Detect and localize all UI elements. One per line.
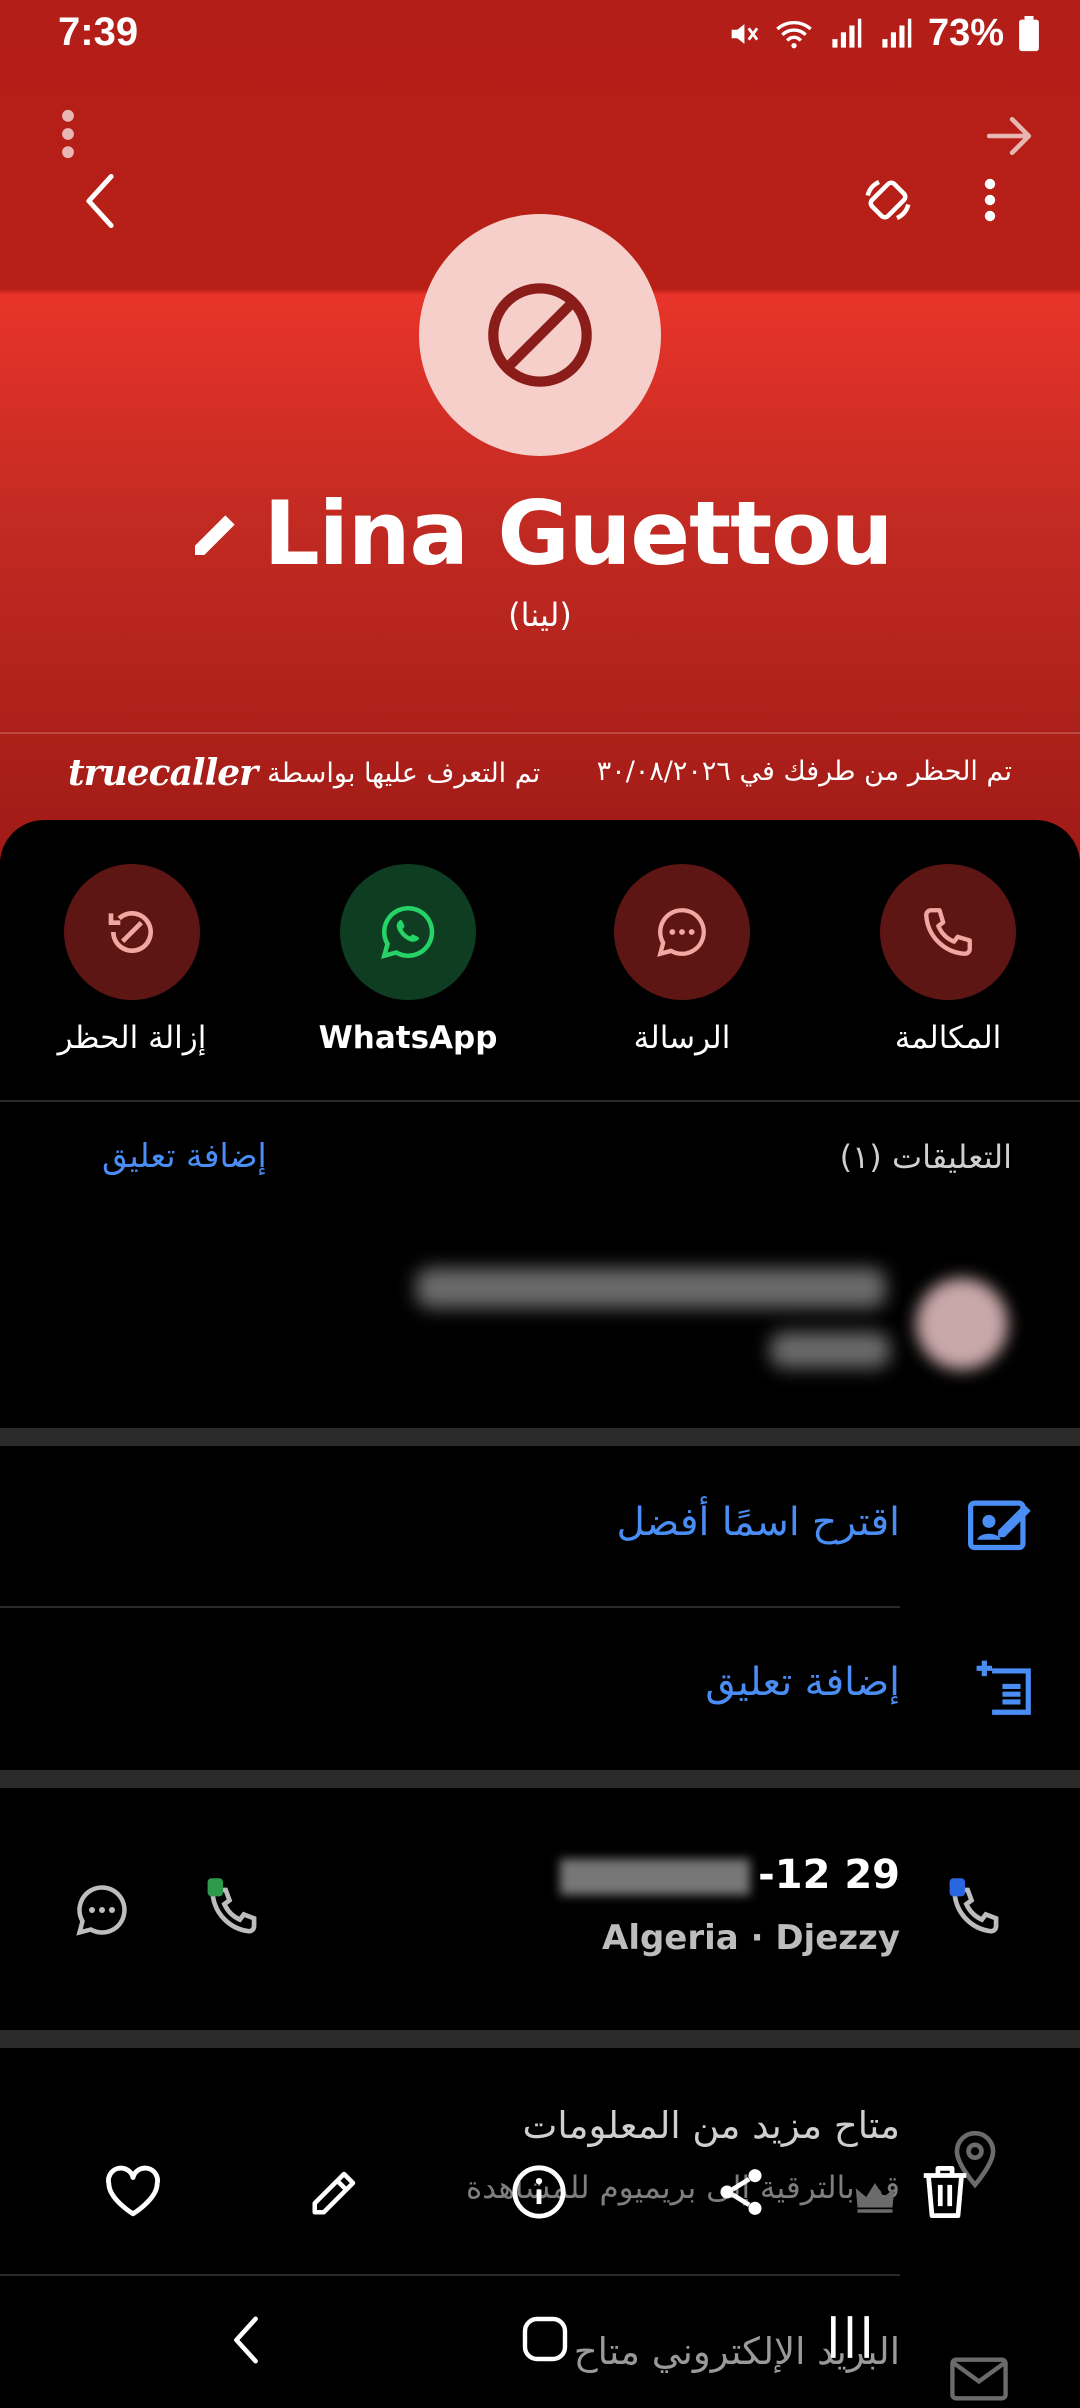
- sms-button[interactable]: [62, 1870, 142, 1950]
- message-icon: [76, 1885, 127, 1936]
- header-divider: [0, 732, 1080, 734]
- comment-text-blurred: [416, 1268, 886, 1308]
- comment-text-blurred-2: [770, 1332, 890, 1368]
- identified-by-note: truecaller تم التعرف عليها بواسطة: [68, 752, 540, 794]
- chevron-left-icon: [86, 174, 114, 228]
- info-button[interactable]: [494, 2142, 584, 2242]
- comments-title: التعليقات (١): [839, 1138, 1012, 1176]
- add-comment-item[interactable]: إضافة تعليق: [705, 1660, 900, 1705]
- dots-vertical-icon: [62, 109, 74, 159]
- action-message-circle: [614, 864, 750, 1000]
- status-time: 7:39: [58, 10, 139, 54]
- action-call[interactable]: المكالمة: [848, 864, 1048, 1056]
- dots-vertical-icon: [984, 178, 996, 222]
- contact-name-row[interactable]: Lina Guettou: [0, 482, 1080, 585]
- action-unblock-label: إزالة الحظر: [57, 1020, 207, 1056]
- sim2-phone-icon: [207, 1878, 257, 1934]
- action-unblock-circle: [64, 864, 200, 1000]
- truecaller-logo: truecaller: [68, 752, 258, 794]
- mute-icon: [731, 23, 759, 44]
- home-square-icon: [522, 2316, 568, 2362]
- phone-icon: [924, 908, 972, 956]
- phone-carrier: Algeria · Djezzy: [602, 1918, 900, 1958]
- overflow-menu-button[interactable]: [970, 170, 1010, 230]
- sim2-call-button[interactable]: [196, 1868, 276, 1948]
- blocked-date-note: تم الحظر من طرفك في ٣٠/٠٨/٢٠٢٦: [596, 756, 1012, 787]
- share-icon: [720, 2169, 762, 2215]
- back-button[interactable]: [70, 166, 130, 236]
- signal-icon: [832, 18, 862, 48]
- nav-recents-button[interactable]: [810, 2302, 890, 2372]
- system-nav-bar: [0, 2292, 1080, 2392]
- edit-contact-card-icon: [968, 1500, 1031, 1551]
- wifi-icon: [776, 20, 812, 48]
- unblock-icon: [108, 911, 153, 953]
- actions-divider: [0, 1100, 1080, 1102]
- rotate-screen-icon: [865, 179, 911, 221]
- favorite-button[interactable]: [88, 2142, 178, 2242]
- comments-add-link[interactable]: إضافة تعليق: [102, 1136, 267, 1175]
- arrow-right-icon: [986, 116, 1032, 156]
- contact-avatar[interactable]: [419, 214, 661, 456]
- share-button[interactable]: [696, 2142, 786, 2242]
- add-comment-icon-wrap: [974, 1658, 1036, 1724]
- trash-icon: [923, 2165, 967, 2218]
- section-divider-3: [0, 2030, 1080, 2048]
- action-message[interactable]: الرسالة: [582, 864, 782, 1056]
- edit-button[interactable]: [290, 2142, 380, 2242]
- forward-button[interactable]: [980, 106, 1040, 166]
- menu-divider: [0, 1606, 900, 1608]
- nav-home-button[interactable]: [510, 2304, 580, 2374]
- status-icons: 73%: [726, 12, 1040, 55]
- pencil-icon: [194, 514, 235, 555]
- phone-number-mask: [560, 1859, 751, 1895]
- action-unblock[interactable]: إزالة الحظر: [32, 864, 232, 1056]
- battery-icon: [1019, 15, 1039, 51]
- more-info-divider: [0, 2274, 900, 2276]
- overflow-left-button[interactable]: [48, 104, 88, 164]
- battery-percent: 73%: [927, 12, 1004, 54]
- action-message-label: الرسالة: [633, 1020, 731, 1056]
- sim-call-button[interactable]: [938, 1868, 1018, 1948]
- contact-alt-name: (لينا): [508, 596, 572, 634]
- heart-icon: [106, 2165, 160, 2217]
- pencil-icon: [312, 2171, 356, 2215]
- add-note-icon: [976, 1660, 1031, 1715]
- action-whatsapp-label: WhatsApp: [318, 1020, 498, 1056]
- rotate-button[interactable]: [856, 168, 920, 232]
- status-bar: 7:39 73%: [0, 0, 1080, 72]
- action-whatsapp[interactable]: WhatsApp: [308, 864, 508, 1056]
- recents-icon: [831, 2316, 869, 2358]
- info-icon: [512, 2165, 566, 2219]
- sim1-phone-icon: [949, 1878, 999, 1934]
- action-whatsapp-circle: [340, 864, 476, 1000]
- whatsapp-icon: [381, 905, 435, 959]
- contact-name: Lina Guettou: [263, 482, 894, 585]
- identified-by-label: تم التعرف عليها بواسطة: [267, 757, 541, 789]
- more-info-title[interactable]: متاح مزيد من المعلومات: [523, 2104, 900, 2147]
- phone-number-visible: -12 29: [758, 1852, 900, 1898]
- section-divider-1: [0, 1428, 1080, 1446]
- delete-button[interactable]: [900, 2142, 990, 2242]
- phone-number[interactable]: -12 29: [560, 1852, 900, 1898]
- section-divider-2: [0, 1770, 1080, 1788]
- action-call-label: المكالمة: [894, 1020, 1002, 1056]
- suggest-name-icon-wrap: [968, 1494, 1036, 1558]
- block-icon: [488, 283, 592, 387]
- comment-avatar: [916, 1278, 1008, 1370]
- chevron-left-icon: [234, 2316, 258, 2364]
- message-icon: [657, 908, 706, 957]
- bottom-toolbar: [0, 2142, 1080, 2252]
- suggest-better-name[interactable]: اقترح اسمًا أفضل: [616, 1500, 900, 1545]
- nav-back-button[interactable]: [216, 2300, 276, 2380]
- action-call-circle: [880, 864, 1016, 1000]
- signal-icon-2: [882, 18, 912, 48]
- quick-actions: إزالة الحظر WhatsApp الرسالة المكالمة: [0, 864, 1080, 1064]
